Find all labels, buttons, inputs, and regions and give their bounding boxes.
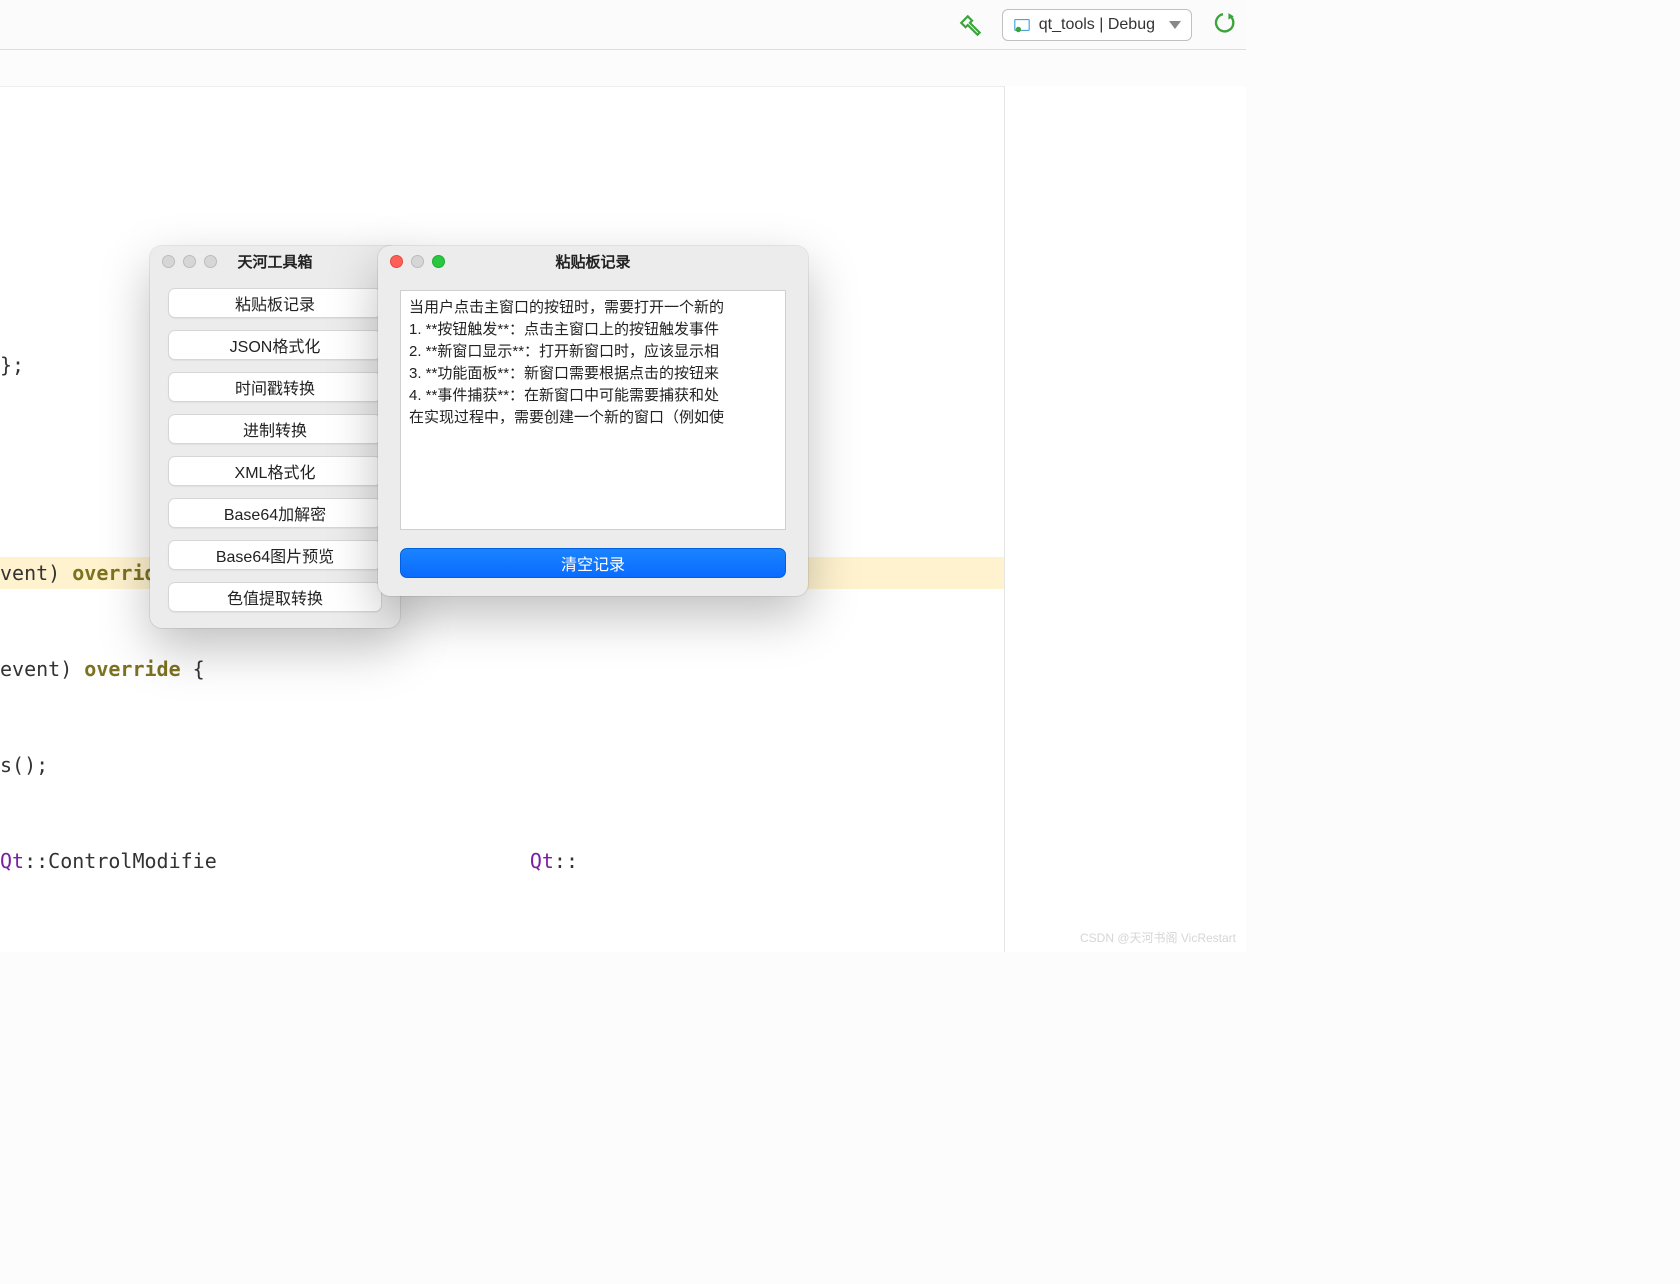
maximize-icon[interactable] — [204, 255, 217, 268]
close-icon[interactable] — [390, 255, 403, 268]
tool-button-xml[interactable]: XML格式化 — [168, 456, 382, 486]
run-icon[interactable] — [1210, 12, 1236, 38]
code-text: Qt::ControlModifie Qt:: — [0, 849, 578, 873]
clip-line: 2. **新窗口显示**：打开新窗口时，应该显示相 — [409, 341, 777, 363]
tool-button-color[interactable]: 色值提取转换 — [168, 582, 382, 612]
run-target-selector[interactable]: qt_tools | Debug — [1002, 9, 1192, 41]
clipboard-window[interactable]: 粘贴板记录 当用户点击主窗口的按钮时，需要打开一个新的 1. **按钮触发**：… — [378, 246, 808, 596]
toolbox-window[interactable]: 天河工具箱 粘贴板记录 JSON格式化 时间戳转换 进制转换 XML格式化 Ba… — [150, 246, 400, 628]
clip-line: 在实现过程中，需要创建一个新的窗口（例如使 — [409, 407, 777, 429]
tool-button-base64-image[interactable]: Base64图片预览 — [168, 540, 382, 570]
clip-line: 3. **功能面板**：新窗口需要根据点击的按钮来 — [409, 363, 777, 385]
build-icon[interactable] — [958, 12, 984, 38]
clipboard-text-area[interactable]: 当用户点击主窗口的按钮时，需要打开一个新的 1. **按钮触发**：点击主窗口上… — [400, 290, 786, 530]
clip-line: 4. **事件捕获**：在新窗口中可能需要捕获和处 — [409, 385, 777, 407]
clip-line: 1. **按钮触发**：点击主窗口上的按钮触发事件 — [409, 319, 777, 341]
maximize-icon[interactable] — [432, 255, 445, 268]
minimize-icon[interactable] — [411, 255, 424, 268]
traffic-lights — [390, 255, 445, 268]
tool-button-timestamp[interactable]: 时间戳转换 — [168, 372, 382, 402]
chevron-down-icon — [1169, 21, 1181, 29]
kit-icon — [1013, 16, 1031, 34]
code-text: }; — [0, 353, 24, 377]
toolbox-button-list: 粘贴板记录 JSON格式化 时间戳转换 进制转换 XML格式化 Base64加解… — [150, 276, 400, 612]
run-target-label: qt_tools | Debug — [1039, 16, 1155, 34]
code-text: event) override { — [0, 657, 205, 681]
traffic-lights — [162, 255, 217, 268]
minimize-icon[interactable] — [183, 255, 196, 268]
tool-button-json[interactable]: JSON格式化 — [168, 330, 382, 360]
close-icon[interactable] — [162, 255, 175, 268]
right-side-panel — [1004, 86, 1246, 952]
clear-records-button[interactable]: 清空记录 — [400, 548, 786, 578]
toolbox-titlebar[interactable]: 天河工具箱 — [150, 246, 400, 276]
tool-button-clipboard[interactable]: 粘贴板记录 — [168, 288, 382, 318]
tool-button-radix[interactable]: 进制转换 — [168, 414, 382, 444]
clipboard-titlebar[interactable]: 粘贴板记录 — [378, 246, 808, 276]
watermark: CSDN @天河书阁 VicRestart — [1080, 929, 1236, 946]
clip-line: 当用户点击主窗口的按钮时，需要打开一个新的 — [409, 297, 777, 319]
ide-toolbar: qt_tools | Debug — [0, 0, 1246, 50]
code-text: s(); — [0, 753, 48, 777]
tool-button-base64[interactable]: Base64加解密 — [168, 498, 382, 528]
